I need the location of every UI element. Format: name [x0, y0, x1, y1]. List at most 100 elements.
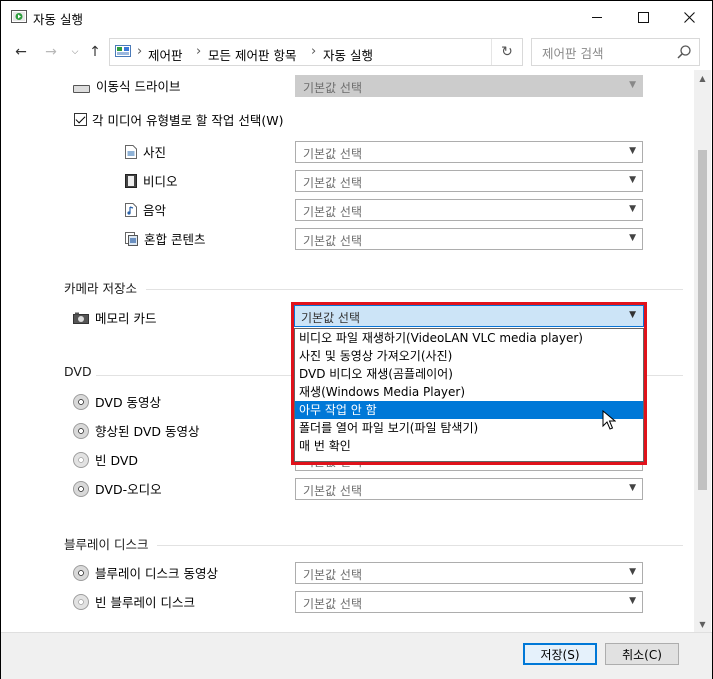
breadcrumb-separator: › [311, 44, 317, 59]
save-button[interactable]: 저장(S) [523, 643, 597, 665]
dvd-heading: DVD [64, 364, 92, 379]
music-dropdown[interactable]: 기본값 선택 ▼ [295, 199, 643, 221]
forward-button[interactable]: → [41, 42, 61, 62]
video-label: 비디오 [143, 174, 178, 189]
breadcrumb-autoplay[interactable]: 자동 실행 [323, 45, 373, 64]
mixed-content-dropdown[interactable]: 기본값 선택 ▼ [295, 228, 643, 250]
search-icon[interactable] [676, 44, 692, 60]
minimize-icon [592, 16, 602, 18]
scroll-up-arrow[interactable]: ▲ [694, 70, 711, 86]
video-dropdown[interactable]: 기본값 선택 ▼ [295, 170, 643, 192]
arrow-left-icon: ← [15, 44, 27, 60]
per-media-checkbox[interactable] [74, 113, 87, 126]
recent-locations-button[interactable]: ⌵ [65, 42, 85, 62]
dropdown-value: 기본값 선택 [303, 176, 363, 190]
cancel-button[interactable]: 취소(C) [605, 643, 679, 665]
mixed-content-icon [125, 231, 138, 246]
autoplay-app-icon [11, 10, 27, 23]
refresh-icon: ↻ [501, 44, 513, 60]
address-row: ← → ⌵ ↑ › 제어판 › 모든 제어판 항목 › 자동 실행 ↻ [1, 34, 712, 70]
dvd-audio-row: DVD-오디오 [73, 479, 162, 498]
breadcrumb-separator: › [196, 44, 202, 59]
bottom-button-bar: 저장(S) 취소(C) [1, 632, 712, 679]
dropdown-value: 기본값 선택 [303, 147, 363, 161]
dvd-disc-icon [73, 393, 89, 410]
breadcrumb-all-items[interactable]: 모든 제어판 항목 [208, 45, 296, 64]
search-box [531, 38, 700, 67]
removable-drive-dropdown[interactable]: 기본값 선택 ▼ [295, 75, 643, 97]
bluray-movie-row: 블루레이 디스크 동영상 [73, 563, 218, 582]
removable-drive-label: 이동식 드라이브 [96, 79, 181, 94]
dvd-audio-dropdown[interactable]: 기본값 선택 ▼ [295, 478, 643, 500]
section-divider [146, 289, 683, 290]
bluray-movie-dropdown[interactable]: 기본값 선택 ▼ [295, 562, 643, 584]
chevron-down-icon: ▼ [629, 175, 636, 185]
breadcrumb-separator: › [137, 44, 143, 59]
removable-drive-icon [73, 84, 90, 93]
chevron-down-icon: ▼ [629, 567, 636, 577]
music-file-icon [125, 202, 137, 217]
close-button[interactable] [666, 1, 712, 33]
dropdown-value: 기본값 선택 [303, 205, 363, 219]
memory-card-row: 메모리 카드 [73, 308, 156, 327]
blank-disc-icon [73, 593, 89, 610]
arrow-up-icon: ↑ [89, 44, 101, 60]
vertical-scrollbar[interactable]: ▲ ▼ [694, 70, 711, 632]
dvd-disc-icon [73, 422, 89, 439]
refresh-button[interactable]: ↻ [491, 39, 522, 65]
picture-dropdown[interactable]: 기본값 선택 ▼ [295, 141, 643, 163]
bluray-movie-label: 블루레이 디스크 동영상 [95, 566, 218, 581]
mixed-content-label: 혼합 콘텐츠 [144, 232, 206, 247]
blank-bluray-label: 빈 블루레이 디스크 [95, 595, 195, 610]
maximize-icon [637, 11, 649, 23]
enhanced-dvd-label: 향상된 DVD 동영상 [95, 424, 200, 439]
blank-dvd-row: 빈 DVD [73, 450, 138, 469]
dropdown-value: 기본값 선택 [303, 81, 363, 95]
dropdown-value: 기본값 선택 [303, 484, 363, 498]
dvd-disc-icon [73, 480, 89, 497]
per-media-checkbox-label: 각 미디어 유형별로 할 작업 선택(W) [92, 113, 284, 128]
blank-disc-icon [73, 451, 89, 468]
removable-drive-row: 이동식 드라이브 [73, 76, 180, 95]
blank-bluray-row: 빈 블루레이 디스크 [73, 592, 195, 611]
dvd-movie-label: DVD 동영상 [95, 395, 162, 410]
dropdown-value: 기본값 선택 [303, 568, 363, 582]
memory-card-label: 메모리 카드 [95, 311, 157, 326]
dropdown-value: 기본값 선택 [303, 597, 363, 611]
dvd-audio-label: DVD-오디오 [95, 482, 162, 497]
mixed-content-row: 혼합 콘텐츠 [125, 229, 205, 248]
window-title: 자동 실행 [33, 12, 83, 27]
picture-label: 사진 [143, 145, 167, 160]
camera-storage-heading: 카메라 저장소 [64, 281, 137, 296]
music-row: 음악 [125, 200, 166, 219]
up-button[interactable]: ↑ [85, 42, 105, 62]
control-panel-icon [115, 45, 131, 57]
camera-icon [73, 312, 89, 324]
per-media-checkbox-row[interactable]: 각 미디어 유형별로 할 작업 선택(W) [74, 110, 283, 129]
chevron-down-icon: ▼ [629, 233, 636, 243]
minimize-button[interactable] [574, 1, 620, 33]
scrollbar-thumb[interactable] [698, 150, 707, 490]
picture-row: 사진 [125, 142, 166, 161]
back-button[interactable]: ← [11, 42, 31, 62]
mouse-cursor-icon [602, 410, 616, 430]
dvd-movie-row: DVD 동영상 [73, 392, 161, 411]
bluray-disc-icon [73, 564, 89, 581]
maximize-button[interactable] [620, 1, 666, 33]
picture-file-icon [125, 144, 137, 159]
search-input[interactable] [532, 39, 684, 67]
music-label: 음악 [143, 203, 167, 218]
blank-dvd-label: 빈 DVD [95, 453, 139, 468]
blank-bluray-dropdown[interactable]: 기본값 선택 ▼ [295, 591, 643, 613]
enhanced-dvd-row: 향상된 DVD 동영상 [73, 421, 200, 440]
red-highlight-annotation [291, 302, 647, 465]
title-bar: 자동 실행 [1, 1, 712, 33]
chevron-down-icon: ▼ [629, 596, 636, 606]
address-bar[interactable]: › 제어판 › 모든 제어판 항목 › 자동 실행 ↻ [109, 38, 523, 66]
chevron-down-icon: ▼ [629, 483, 636, 493]
close-icon [683, 11, 695, 23]
scroll-down-arrow[interactable]: ▼ [694, 616, 711, 632]
breadcrumb-control-panel[interactable]: 제어판 [148, 45, 183, 64]
section-divider [157, 545, 683, 546]
chevron-down-icon: ▼ [629, 80, 636, 90]
